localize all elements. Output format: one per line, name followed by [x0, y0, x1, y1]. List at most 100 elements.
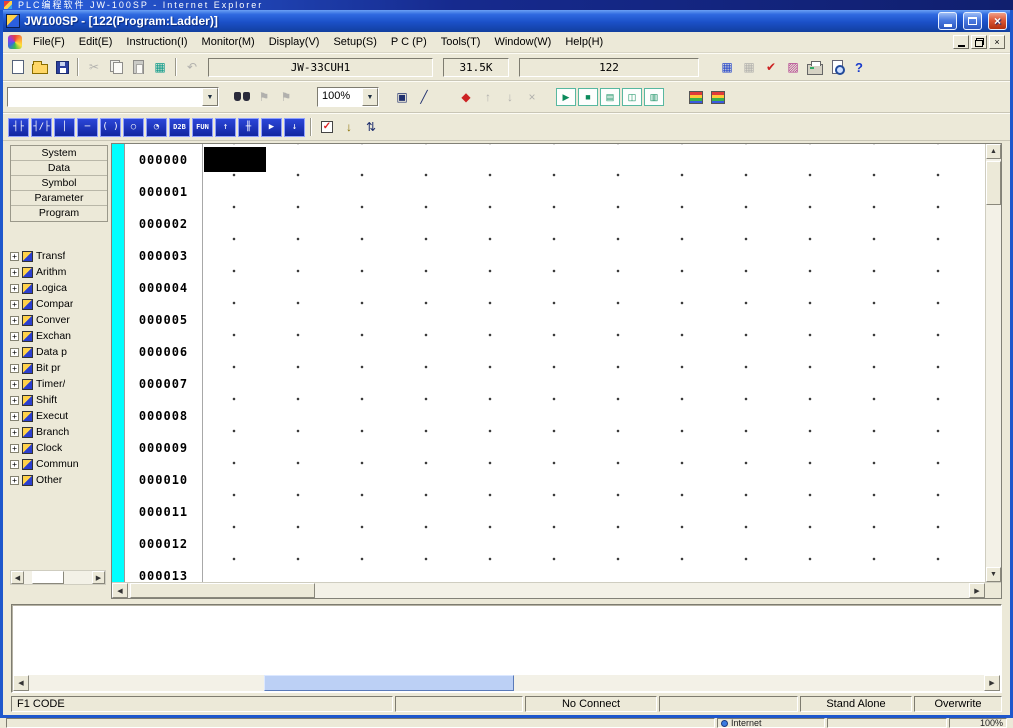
- help-button[interactable]: ?: [848, 57, 870, 77]
- output-horizontal-scrollbar[interactable]: ◀ ▶: [13, 675, 1000, 691]
- expand-icon[interactable]: +: [10, 476, 19, 485]
- expand-icon[interactable]: +: [10, 268, 19, 277]
- tree-item-data-p[interactable]: +Data p: [10, 344, 108, 360]
- monitor-stop-button[interactable]: ■: [578, 88, 598, 106]
- tree-item-exchan[interactable]: +Exchan: [10, 328, 108, 344]
- close-button[interactable]: ×: [988, 12, 1007, 30]
- tree-item-logica[interactable]: +Logica: [10, 280, 108, 296]
- sidebar-tab-symbol[interactable]: Symbol: [11, 176, 107, 191]
- expand-icon[interactable]: +: [10, 364, 19, 373]
- minimize-button[interactable]: [938, 12, 957, 30]
- conversion-check-button[interactable]: ✓: [316, 117, 338, 137]
- scroll-up-icon[interactable]: ▲: [986, 144, 1001, 159]
- mdi-close-button[interactable]: ×: [989, 35, 1005, 49]
- menu-help-h[interactable]: Help(H): [558, 34, 610, 50]
- sidebar-tab-data[interactable]: Data: [11, 161, 107, 176]
- tree-item-bit-pr[interactable]: +Bit pr: [10, 360, 108, 376]
- sidebar-tab-program[interactable]: Program: [11, 206, 107, 221]
- tree-item-clock[interactable]: +Clock: [10, 440, 108, 456]
- scrollbar-thumb[interactable]: [130, 583, 315, 598]
- tree-horizontal-scrollbar[interactable]: ◀ ▶: [10, 570, 106, 585]
- scrollbar-track[interactable]: [24, 571, 92, 584]
- scrollbar-thumb[interactable]: [264, 675, 514, 691]
- monitor-list-button[interactable]: ▥: [644, 88, 664, 106]
- print-preview-button[interactable]: [826, 57, 848, 77]
- scrollbar-track[interactable]: [29, 675, 984, 691]
- tree-item-arithm[interactable]: +Arithm: [10, 264, 108, 280]
- network-insert-button[interactable]: ▦: [716, 57, 738, 77]
- scroll-left-icon[interactable]: ◀: [13, 675, 29, 691]
- menu-setup-s[interactable]: Setup(S): [326, 34, 383, 50]
- mdi-restore-button[interactable]: [971, 35, 987, 49]
- tree-item-compar[interactable]: +Compar: [10, 296, 108, 312]
- branch-button[interactable]: ╫: [238, 118, 259, 137]
- new-file-button[interactable]: [7, 57, 29, 77]
- menu-display-v[interactable]: Display(V): [262, 34, 327, 50]
- maximize-button[interactable]: [963, 12, 982, 30]
- scrollbar-thumb[interactable]: [986, 161, 1001, 205]
- expand-icon[interactable]: +: [10, 428, 19, 437]
- expand-icon[interactable]: +: [10, 316, 19, 325]
- print-button[interactable]: [804, 57, 826, 77]
- scroll-right-icon[interactable]: ▶: [984, 675, 1000, 691]
- sidebar-tab-parameter[interactable]: Parameter: [11, 191, 107, 206]
- tree-item-other[interactable]: +Other: [10, 472, 108, 488]
- scroll-left-icon[interactable]: ◀: [112, 583, 128, 598]
- horizontal-scrollbar[interactable]: ◀ ▶: [112, 583, 985, 598]
- expand-icon[interactable]: +: [10, 332, 19, 341]
- scrollbar-track[interactable]: [986, 159, 1001, 567]
- expand-icon[interactable]: +: [10, 252, 19, 261]
- menu-window-w[interactable]: Window(W): [487, 34, 558, 50]
- monitor-run-button[interactable]: ▶: [556, 88, 576, 106]
- fun-button[interactable]: FUN: [192, 118, 213, 137]
- monitor-register-button[interactable]: ◫: [622, 88, 642, 106]
- network-edit-button[interactable]: ▦: [149, 57, 171, 77]
- scrollbar-track[interactable]: [128, 583, 969, 598]
- tree-item-commun[interactable]: +Commun: [10, 456, 108, 472]
- expand-icon[interactable]: +: [10, 444, 19, 453]
- expand-icon[interactable]: +: [10, 396, 19, 405]
- tree-item-transf[interactable]: +Transf: [10, 248, 108, 264]
- ladder-monitor-button[interactable]: [685, 87, 707, 107]
- chevron-down-icon[interactable]: ▼: [362, 88, 378, 106]
- syntax-check-button[interactable]: ✔: [760, 57, 782, 77]
- tree-item-branch[interactable]: +Branch: [10, 424, 108, 440]
- d2b-button[interactable]: D2B: [169, 118, 190, 137]
- monitor-data-button[interactable]: ▤: [600, 88, 620, 106]
- sort-button[interactable]: ⇅: [360, 117, 382, 137]
- block-right-button[interactable]: ▶: [261, 118, 282, 137]
- fit-window-button[interactable]: ▣: [391, 87, 413, 107]
- horizontal-line-button[interactable]: ─: [77, 118, 98, 137]
- ladder-canvas[interactable]: [203, 144, 985, 582]
- contact-a-button[interactable]: ┤├: [8, 118, 29, 137]
- menu-instruction-i[interactable]: Instruction(I): [119, 34, 194, 50]
- menu-p-c-p[interactable]: P C (P): [384, 34, 434, 50]
- device-search-combo[interactable]: ▼: [7, 87, 219, 107]
- expand-icon[interactable]: +: [10, 380, 19, 389]
- out-coil-button[interactable]: ( ): [100, 118, 121, 137]
- zoom-combo[interactable]: 100% ▼: [317, 87, 379, 107]
- menu-edit-e[interactable]: Edit(E): [72, 34, 120, 50]
- expand-icon[interactable]: +: [10, 284, 19, 293]
- write-to-plc-button[interactable]: ↓: [338, 117, 360, 137]
- expand-icon[interactable]: +: [10, 460, 19, 469]
- vertical-scrollbar[interactable]: ▲ ▼: [985, 144, 1001, 582]
- tree-item-timer[interactable]: +Timer/: [10, 376, 108, 392]
- expand-icon[interactable]: +: [10, 300, 19, 309]
- vertical-line-button[interactable]: │: [54, 118, 75, 137]
- scroll-left-icon[interactable]: ◀: [11, 571, 24, 584]
- scroll-right-icon[interactable]: ▶: [92, 571, 105, 584]
- menu-file-f[interactable]: File(F): [26, 34, 72, 50]
- mdi-minimize-button[interactable]: [953, 35, 969, 49]
- tree-item-conver[interactable]: +Conver: [10, 312, 108, 328]
- expand-icon[interactable]: +: [10, 412, 19, 421]
- scale-edit-button[interactable]: ╱: [413, 87, 435, 107]
- tree-item-shift[interactable]: +Shift: [10, 392, 108, 408]
- expand-icon[interactable]: +: [10, 348, 19, 357]
- data-monitor-button[interactable]: [707, 87, 729, 107]
- save-file-button[interactable]: [51, 57, 73, 77]
- open-file-button[interactable]: [29, 57, 51, 77]
- rising-edge-button[interactable]: ↑: [215, 118, 236, 137]
- scroll-down-icon[interactable]: ▼: [986, 567, 1001, 582]
- tree-item-execut[interactable]: +Execut: [10, 408, 108, 424]
